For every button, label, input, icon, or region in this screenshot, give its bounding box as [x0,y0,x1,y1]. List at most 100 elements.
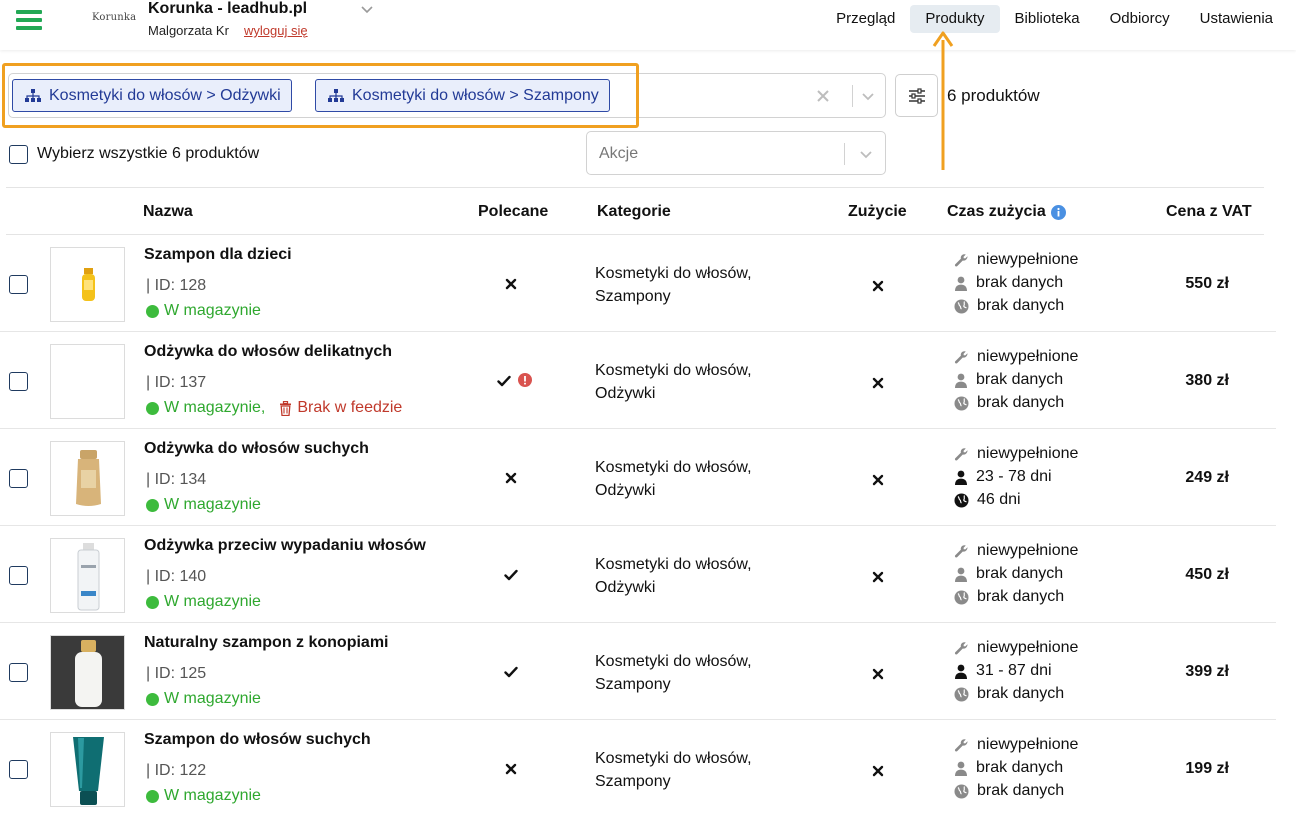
column-header-name[interactable]: Nazwa [143,203,193,221]
product-thumbnail[interactable] [50,247,125,322]
table-row: Odżywka przeciw wypadaniu włosów | ID: 14… [0,526,1276,623]
category-line: Odżywki [595,385,656,402]
stock-status: W magazynie [146,593,261,611]
globe-icon [954,299,977,314]
chevron-down-icon[interactable] [860,88,876,104]
shop-title[interactable]: Korunka - leadhub.pl [148,0,307,18]
product-name[interactable]: Odżywka przeciw wypadaniu włosów [144,537,426,555]
globe-icon [954,687,977,702]
menu-icon[interactable] [16,10,42,30]
wrench-icon [954,738,977,753]
consumption-global: brak danych [954,297,1064,315]
select-divider [844,143,845,165]
column-header-recommended[interactable]: Polecane [478,203,548,221]
product-name[interactable]: Szampon do włosów suchych [144,731,371,749]
logout-link[interactable]: wyloguj się [244,23,308,38]
shop-logo: Korunka [92,12,137,23]
row-checkbox[interactable] [9,760,28,779]
nav-przeglad[interactable]: Przegląd [821,5,910,33]
person-icon [954,664,976,679]
chevron-down-icon[interactable] [858,146,874,162]
consumption-customer: 23 - 78 dni [954,468,1052,486]
product-name[interactable]: Odżywka do włosów suchych [144,440,369,458]
main-nav: Przegląd Produkty Biblioteka Odbiorcy Us… [821,5,1288,33]
product-price: 249 zł [1185,469,1229,486]
in-stock-dot-icon [146,595,159,609]
stock-status: W magazynie [146,690,261,708]
info-icon[interactable] [1051,205,1066,220]
warning-icon[interactable] [518,373,532,387]
chevron-down-icon[interactable] [360,2,374,16]
stock-label: W magazynie [164,496,261,513]
consumption-fill-status: niewypełnione [954,736,1078,754]
consumption-global: 46 dni [954,491,1021,509]
category-filter-select[interactable]: Kosmetyki do włosów > Odżywki Kosmetyki … [8,73,886,118]
hierarchy-icon [328,88,344,102]
table-row: Szampon dla dzieci | ID: 128 W magazynie Ko… [0,235,1276,332]
in-stock-dot-icon [146,304,159,318]
select-all-label[interactable]: Wybierz wszystkie 6 produktów [37,145,259,163]
cross-icon [505,762,519,776]
column-header-categories[interactable]: Kategorie [597,203,671,221]
stock-label: W magazynie [164,690,261,707]
consumption-fill-status: niewypełnione [954,542,1078,560]
sliders-icon [908,87,925,104]
product-name[interactable]: Odżywka do włosów delikatnych [144,343,392,361]
product-count: 6 produktów [947,86,1040,105]
clear-icon[interactable] [815,88,831,104]
in-stock-dot-icon [146,401,159,415]
product-thumbnail[interactable] [50,344,125,419]
column-header-price[interactable]: Cena z VAT [1166,203,1252,221]
globe-icon [954,590,977,605]
product-price: 199 zł [1185,760,1229,777]
product-thumbnail[interactable] [50,538,125,613]
top-bar: Korunka Korunka - leadhub.pl Malgorzata … [0,0,1296,50]
select-all-checkbox[interactable] [9,145,28,164]
category-chip-label: Kosmetyki do włosów > Odżywki [49,87,281,104]
row-checkbox[interactable] [9,372,28,391]
cross-icon [872,473,886,487]
category-chip[interactable]: Kosmetyki do włosów > Szampony [315,79,610,112]
product-thumbnail[interactable] [50,732,125,807]
column-header-consumption[interactable]: Zużycie [848,203,907,221]
person-icon [954,373,976,388]
consumption-global: brak danych [954,685,1064,703]
consumption-global: brak danych [954,394,1064,412]
check-icon [504,568,518,582]
nav-produkty[interactable]: Produkty [910,5,1000,33]
actions-placeholder: Akcje [599,145,639,162]
column-header-consumption-time[interactable]: Czas zużycia [947,203,1046,221]
category-line: Szampony [595,288,671,305]
product-id: | ID: 125 [146,665,207,682]
row-checkbox[interactable] [9,469,28,488]
product-thumbnail[interactable] [50,441,125,516]
row-checkbox[interactable] [9,663,28,682]
consumption-global: brak danych [954,782,1064,800]
stock-label: W magazynie [164,302,261,319]
person-icon [954,567,976,582]
table-row: Szampon do włosów suchych | ID: 122 W maga… [0,720,1276,816]
nav-odbiorcy[interactable]: Odbiorcy [1095,5,1185,33]
actions-select[interactable]: Akcje [586,131,886,175]
category-line: Odżywki [595,579,656,596]
nav-ustawienia[interactable]: Ustawienia [1185,5,1288,33]
check-icon [497,374,511,388]
category-chip[interactable]: Kosmetyki do włosów > Odżywki [12,79,292,112]
consumption-customer: brak danych [954,759,1063,777]
wrench-icon [954,641,977,656]
consumption-customer: brak danych [954,565,1063,583]
product-thumbnail[interactable] [50,635,125,710]
product-name[interactable]: Szampon dla dzieci [144,246,292,264]
category-line: Kosmetyki do włosów, [595,459,752,476]
cross-icon [872,376,886,390]
stock-status: W magazynie [146,496,261,514]
consumption-fill-status: niewypełnione [954,348,1078,366]
row-checkbox[interactable] [9,566,28,585]
product-id: | ID: 128 [146,277,207,294]
nav-biblioteka[interactable]: Biblioteka [1000,5,1095,33]
stock-label: W magazynie [164,593,261,610]
row-checkbox[interactable] [9,275,28,294]
product-name[interactable]: Naturalny szampon z konopiami [144,634,388,652]
category-line: Odżywki [595,482,656,499]
cross-icon [872,279,886,293]
